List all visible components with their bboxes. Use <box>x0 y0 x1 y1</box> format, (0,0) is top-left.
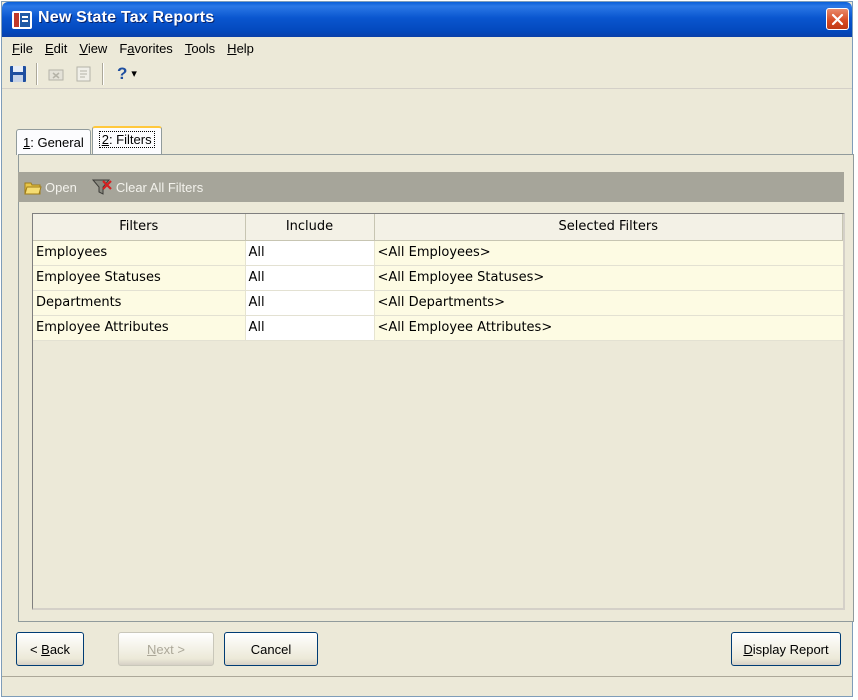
status-bar <box>2 676 852 696</box>
include-cell[interactable]: All <box>245 315 375 341</box>
chevron-down-icon: ▾ <box>131 67 137 80</box>
save-icon <box>10 65 26 82</box>
selected-filters-cell[interactable]: <All Employee Attributes> <box>374 315 843 341</box>
tab-strip: 1: General 2: Filters <box>16 126 163 155</box>
tab-general[interactable]: 1: General <box>16 129 91 155</box>
funnel-clear-icon <box>91 179 112 195</box>
back-button[interactable]: < Back <box>16 632 84 666</box>
next-button[interactable]: Next > <box>118 632 214 666</box>
selected-filters-cell[interactable]: <All Employees> <box>374 240 843 266</box>
open-button[interactable]: Open <box>24 180 77 195</box>
menu-help[interactable]: Help <box>221 41 260 56</box>
save-button[interactable] <box>6 62 30 86</box>
menu-tools[interactable]: Tools <box>179 41 221 56</box>
filter-name-cell[interactable]: Employees <box>33 240 246 266</box>
menu-file[interactable]: File <box>6 41 39 56</box>
include-cell[interactable]: All <box>245 290 375 316</box>
filter-name-cell[interactable]: Employee Statuses <box>33 265 246 291</box>
table-row[interactable]: Employees All <All Employees> <box>33 240 843 266</box>
column-header-filters[interactable]: Filters <box>33 214 246 241</box>
menu-favorites[interactable]: Favorites <box>113 41 178 56</box>
filter-name-cell[interactable]: Departments <box>33 290 246 316</box>
menu-bar: File Edit View Favorites Tools Help <box>2 37 852 59</box>
toolbar-separator <box>36 62 38 85</box>
filters-table: Filters Include Selected Filters Employe… <box>33 214 843 341</box>
menu-edit[interactable]: Edit <box>39 41 73 56</box>
toolbar-separator <box>102 62 104 85</box>
wizard-button-row: < Back Next > Cancel Display Report <box>2 632 852 672</box>
filter-action-bar: Open Clear All Filters <box>18 172 844 202</box>
properties-icon <box>76 66 91 81</box>
app-icon <box>12 11 32 29</box>
table-row[interactable]: Departments All <All Departments> <box>33 290 843 316</box>
table-row[interactable]: Employee Statuses All <All Employee Stat… <box>33 265 843 291</box>
column-header-include[interactable]: Include <box>245 214 375 241</box>
column-header-selected-filters[interactable]: Selected Filters <box>374 214 843 241</box>
include-cell[interactable]: All <box>245 265 375 291</box>
cancel-button[interactable]: Cancel <box>224 632 318 666</box>
table-row[interactable]: Employee Attributes All <All Employee At… <box>33 315 843 341</box>
tab-filters[interactable]: 2: Filters <box>91 126 162 155</box>
properties-button[interactable] <box>72 62 96 86</box>
delete-icon <box>48 69 64 80</box>
display-report-button[interactable]: Display Report <box>731 632 841 666</box>
clear-all-filters-button[interactable]: Clear All Filters <box>91 178 203 196</box>
close-icon <box>831 13 844 25</box>
filters-grid: Filters Include Selected Filters Employe… <box>32 213 845 610</box>
title-bar[interactable]: New State Tax Reports <box>2 2 852 37</box>
help-button[interactable]: ? ▾ <box>110 62 144 86</box>
window-title: New State Tax Reports <box>38 9 215 26</box>
selected-filters-cell[interactable]: <All Departments> <box>374 290 843 316</box>
selected-filters-cell[interactable]: <All Employee Statuses> <box>374 265 843 291</box>
folder-open-icon <box>24 182 42 194</box>
include-cell[interactable]: All <box>245 240 375 266</box>
menu-view[interactable]: View <box>73 41 113 56</box>
filter-name-cell[interactable]: Employee Attributes <box>33 315 246 341</box>
close-button[interactable] <box>826 8 849 30</box>
delete-button[interactable] <box>44 62 68 86</box>
help-icon: ? <box>117 63 128 83</box>
toolbar: ? ▾ <box>2 59 852 89</box>
app-window: New State Tax Reports File Edit View Fav… <box>1 1 854 697</box>
